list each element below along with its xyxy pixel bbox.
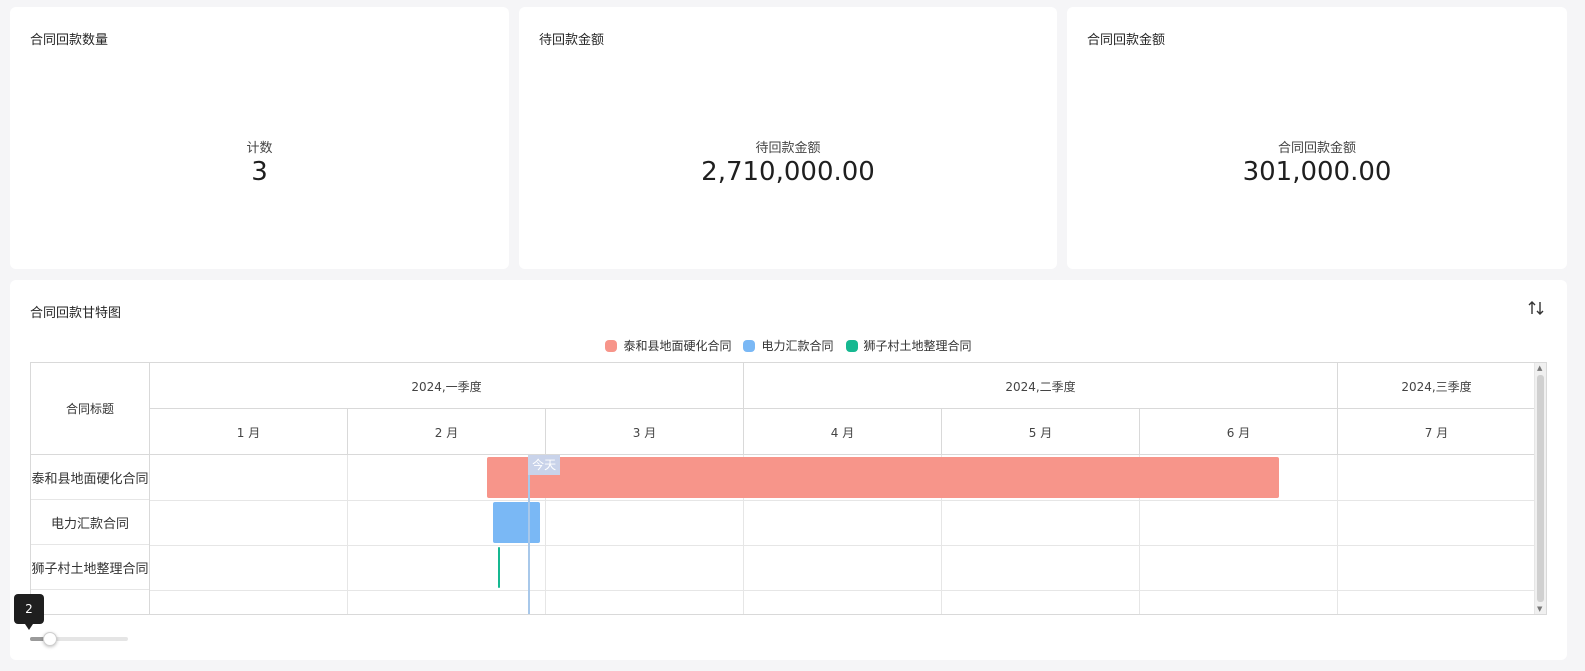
gantt-row-label: 泰和县地面硬化合同 — [31, 455, 149, 500]
legend-item[interactable]: 电力汇款合同 — [743, 337, 834, 354]
slider-handle[interactable] — [42, 632, 57, 646]
kpi-card-contract-count: 合同回款数量 计数 3 — [10, 7, 509, 269]
gantt-title: 合同回款甘特图 — [30, 306, 122, 321]
quarter-cell: 2024,一季度 — [150, 363, 744, 409]
gantt-row-label: 电力汇款合同 — [31, 500, 149, 545]
month-cell: 4 月 — [744, 409, 942, 455]
kpi-card-pending-amount: 待回款金额 待回款金额 2,710,000.00 — [519, 7, 1057, 269]
legend-label: 电力汇款合同 — [761, 339, 834, 353]
legend-item[interactable]: 泰和县地面硬化合同 — [605, 337, 731, 354]
gantt-bar[interactable] — [486, 457, 1279, 498]
scrollbar-thumb[interactable] — [1537, 375, 1544, 602]
kpi-value: 3 — [251, 157, 268, 187]
month-cell: 1 月 — [150, 409, 348, 455]
legend-label: 狮子村土地整理合同 — [863, 339, 972, 353]
sort-arrows-icon[interactable] — [1527, 298, 1545, 318]
gantt-left-header: 合同标题 — [31, 363, 150, 455]
kpi-card-received-amount: 合同回款金额 合同回款金额 301,000.00 — [1067, 7, 1567, 269]
slider-tooltip: 2 — [14, 594, 44, 630]
month-header-row: 1 月 2 月 3 月 4 月 5 月 6 月 7 月 — [150, 409, 1536, 455]
gantt-bar[interactable] — [492, 502, 541, 543]
gantt-row-label: 狮子村土地整理合同 — [31, 545, 149, 590]
month-cell: 7 月 — [1338, 409, 1536, 455]
kpi-value: 301,000.00 — [1242, 157, 1392, 187]
kpi-value: 2,710,000.00 — [701, 157, 875, 187]
quarter-cell: 2024,二季度 — [744, 363, 1338, 409]
kpi-title: 合同回款数量 — [30, 33, 109, 48]
gantt-legend: 泰和县地面硬化合同 电力汇款合同 狮子村土地整理合同 — [10, 337, 1567, 354]
month-cell: 3 月 — [546, 409, 744, 455]
month-cell: 6 月 — [1140, 409, 1338, 455]
today-marker-line — [528, 455, 531, 614]
gantt-row-labels: 泰和县地面硬化合同 电力汇款合同 狮子村土地整理合同 — [31, 455, 150, 614]
legend-item[interactable]: 狮子村土地整理合同 — [845, 337, 972, 354]
kpi-title: 待回款金额 — [539, 33, 605, 48]
kpi-label: 待回款金额 — [755, 141, 821, 156]
legend-label: 泰和县地面硬化合同 — [623, 339, 732, 353]
gantt-vertical-scrollbar[interactable]: ▲ ▼ — [1534, 363, 1546, 614]
gantt-timeline: 2024,一季度 2024,二季度 2024,三季度 1 月 2 月 3 月 4… — [150, 363, 1536, 614]
scroll-down-icon[interactable]: ▼ — [1537, 605, 1542, 613]
today-marker-label: 今天 — [528, 455, 561, 475]
kpi-label: 合同回款金额 — [1277, 141, 1356, 156]
kpi-title: 合同回款金额 — [1087, 33, 1166, 48]
month-cell: 2 月 — [348, 409, 546, 455]
month-cell: 5 月 — [942, 409, 1140, 455]
legend-swatch — [743, 339, 756, 352]
gantt-chart: 合同标题 泰和县地面硬化合同 电力汇款合同 狮子村土地整理合同 2024,一季度… — [30, 362, 1547, 615]
quarter-cell: 2024,三季度 — [1338, 363, 1536, 409]
legend-swatch — [845, 339, 858, 352]
legend-swatch — [605, 339, 618, 352]
kpi-label: 计数 — [246, 141, 273, 156]
quarter-header-row: 2024,一季度 2024,二季度 2024,三季度 — [150, 363, 1536, 409]
zoom-slider[interactable] — [30, 632, 128, 646]
gantt-card: 合同回款甘特图 泰和县地面硬化合同 电力汇款合同 狮子村土地整理合同 合同标题 … — [10, 280, 1567, 660]
scroll-up-icon[interactable]: ▲ — [1537, 364, 1542, 372]
